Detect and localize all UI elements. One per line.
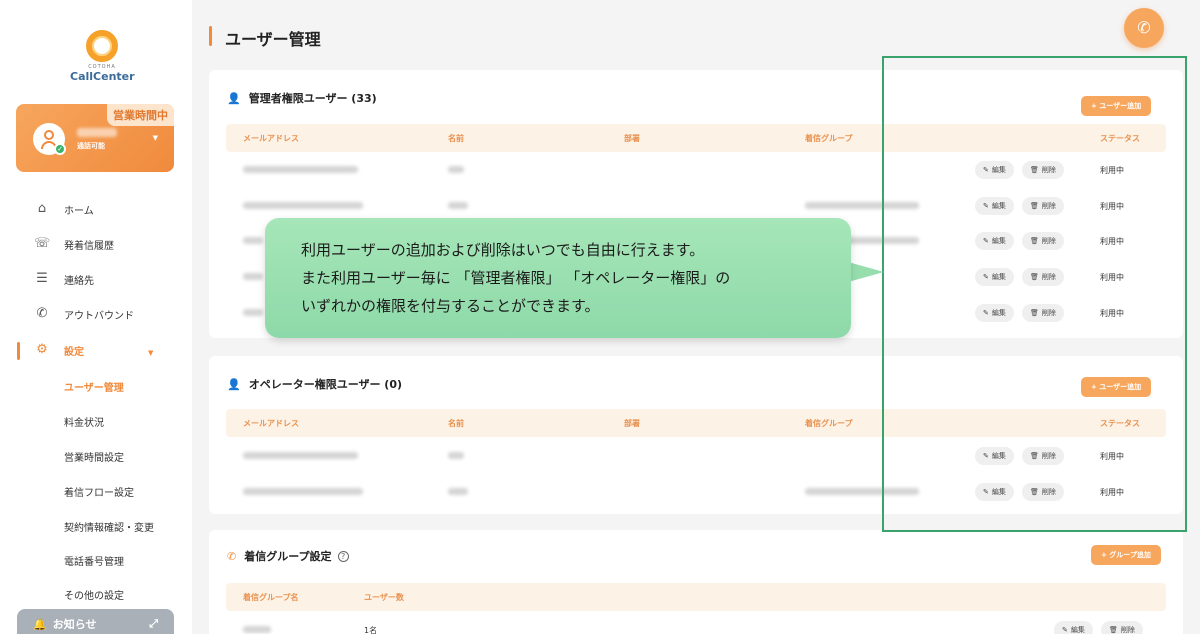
callout-line: また利用ユーザー毎に 「管理者権限」 「オペレーター権限」の (301, 269, 731, 287)
delete-button[interactable]: 🗑 削除 (1101, 621, 1143, 634)
sub-item-hours[interactable]: 営業時間設定 (64, 449, 124, 464)
incoming-group-card: ✆ 着信グループ設定 ? + グループ追加 着信グループ名 ユーザー数 1名 ✎… (209, 530, 1183, 634)
title-accent-bar (209, 26, 212, 46)
check-icon: ✓ (54, 143, 66, 155)
logo-text: CallCenter (70, 70, 135, 83)
outbound-icon: ✆ (36, 306, 48, 321)
gear-icon: ⚙ (36, 342, 48, 357)
redacted-group-name (243, 626, 271, 633)
notice-label: お知らせ (52, 618, 97, 631)
sidebar: COTOHA CallCenter 営業時間中 ✓ 通話可能 ▼ ⌂ ホーム ☏… (0, 0, 192, 634)
logo-ring-icon (86, 30, 118, 62)
callout-text: 利用ユーザーの追加および削除はいつでも自由に行えます。 また利用ユーザー毎に 「… (301, 236, 841, 320)
column-header: 名前 (448, 419, 464, 428)
redacted-email (243, 237, 263, 244)
table-row[interactable]: 1名 ✎ 編集 🗑 削除 (226, 614, 1166, 634)
business-hours-badge: 営業時間中 (107, 104, 174, 126)
redacted-email (243, 309, 263, 316)
edit-label: 編集 (1070, 626, 1085, 634)
column-header: 着信グループ名 (243, 593, 299, 602)
active-indicator (17, 342, 20, 360)
sub-item-flow[interactable]: 着信フロー設定 (64, 484, 134, 499)
nav-item-contacts[interactable]: ☰ 連絡先 (34, 271, 94, 287)
nav-item-label: 発着信履歴 (64, 240, 114, 252)
column-header: メールアドレス (243, 134, 299, 143)
redacted-email (243, 202, 363, 209)
callout-bubble: 利用ユーザーの追加および削除はいつでも自由に行えます。 また利用ユーザー毎に 「… (265, 218, 851, 338)
help-icon[interactable]: ? (337, 550, 349, 562)
sub-item-billing[interactable]: 料金状況 (64, 414, 104, 429)
user-availability: 通話可能 (77, 142, 105, 150)
operator-card-title: 👤 オペレーター権限ユーザー (0) (227, 376, 402, 392)
table-header: 着信グループ名 ユーザー数 (226, 583, 1166, 611)
chevron-down-icon[interactable]: ▼ (148, 349, 153, 357)
column-header: 着信グループ (805, 134, 853, 143)
delete-label: 削除 (1120, 626, 1135, 634)
redacted-name (448, 488, 468, 495)
highlight-box (882, 56, 1187, 532)
add-group-button[interactable]: + グループ追加 (1091, 545, 1161, 565)
phone-group-icon: ✆ (227, 549, 237, 563)
sub-item-contract[interactable]: 契約情報確認・変更 (64, 519, 154, 534)
sub-item-phone[interactable]: 電話番号管理 (64, 553, 124, 568)
user-status-card[interactable]: 営業時間中 ✓ 通話可能 ▼ (16, 104, 174, 172)
avatar-head-icon (44, 130, 54, 140)
redacted-name (448, 166, 464, 173)
redacted-name (448, 202, 468, 209)
admin-card-title: 👤 管理者権限ユーザー (33) (227, 90, 377, 106)
nav-item-history[interactable]: ☏ 発着信履歴 (34, 236, 114, 252)
column-header: 部署 (624, 419, 640, 428)
pencil-icon: ✎ (1062, 626, 1068, 634)
list-icon: ☰ (36, 271, 48, 286)
nav-item-label: アウトバウンド (64, 310, 134, 322)
column-header: ユーザー数 (364, 593, 404, 602)
sub-item-users[interactable]: ユーザー管理 (64, 379, 124, 394)
app-logo[interactable]: COTOHA CallCenter (70, 30, 135, 83)
group-card-title: ✆ 着信グループ設定 ? (227, 548, 349, 564)
callout-line: いずれかの権限を付与することができます。 (301, 297, 600, 315)
card-title-text: オペレーター権限ユーザー (0) (248, 378, 403, 391)
card-title-text: 着信グループ設定 (244, 550, 332, 563)
redacted-email (243, 273, 263, 280)
card-title-text: 管理者権限ユーザー (33) (248, 92, 377, 105)
trash-icon: 🗑 (1109, 626, 1118, 634)
chevron-down-icon[interactable]: ▼ (153, 134, 158, 142)
redacted-email (243, 452, 358, 459)
phone-history-icon: ☏ (34, 236, 51, 251)
sub-item-other[interactable]: その他の設定 (64, 587, 124, 602)
edit-button[interactable]: ✎ 編集 (1054, 621, 1093, 634)
nav-item-label: ホーム (64, 205, 94, 217)
nav-item-label: 設定 (64, 346, 84, 358)
expand-icon[interactable]: ⤢ (149, 617, 158, 631)
user-count: 1名 (364, 626, 378, 634)
page-title: ユーザー管理 (225, 30, 321, 49)
notice-bar[interactable]: 🔔 お知らせ ⤢ (17, 609, 174, 634)
bell-icon: 🔔 (33, 617, 47, 631)
nav-item-label: 連絡先 (64, 275, 94, 287)
nav-item-outbound[interactable]: ✆ アウトバウンド (34, 306, 134, 322)
call-button[interactable]: ✆ (1124, 8, 1164, 48)
redacted-email (243, 488, 363, 495)
nav-item-settings[interactable]: ⚙ 設定 (34, 342, 84, 358)
redacted-name (448, 452, 464, 459)
redacted-email (243, 166, 358, 173)
column-header: 名前 (448, 134, 464, 143)
user-operator-icon: 👤 (227, 377, 241, 391)
nav-item-home[interactable]: ⌂ ホーム (34, 201, 94, 217)
column-header: 着信グループ (805, 419, 853, 428)
callout-line: 利用ユーザーの追加および削除はいつでも自由に行えます。 (301, 241, 705, 259)
home-icon: ⌂ (37, 201, 47, 216)
user-admin-icon: 👤 (227, 91, 241, 105)
user-name-redacted (77, 128, 117, 137)
callout-tail (848, 262, 884, 282)
phone-icon: ✆ (1137, 18, 1151, 37)
column-header: メールアドレス (243, 419, 299, 428)
column-header: 部署 (624, 134, 640, 143)
